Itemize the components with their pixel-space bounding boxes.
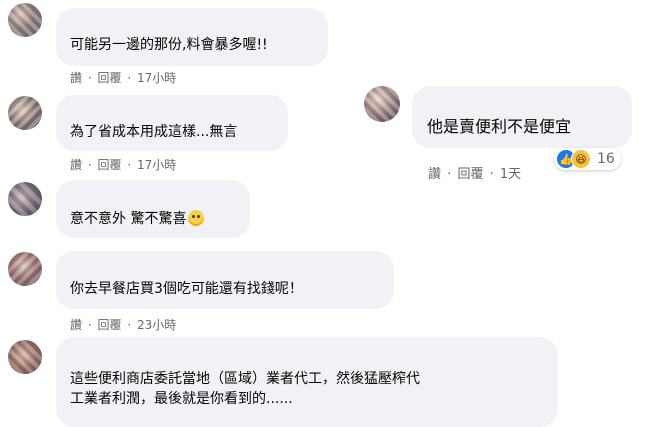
reply-link[interactable]: 回覆 (457, 167, 483, 182)
avatar[interactable] (8, 182, 42, 216)
haha-icon: 😆 (571, 149, 591, 169)
comment-text: 他是賣便利不是便宜 (427, 117, 572, 136)
comment-bubble: 為了省成本用成這樣...無言 (56, 95, 288, 151)
comment-bubble: 他是賣便利不是便宜 (412, 86, 632, 148)
separator: · (127, 158, 132, 172)
reactions-summary[interactable]: 👍 😆 16 (554, 148, 621, 170)
timestamp-link[interactable]: 17小時 (137, 71, 176, 85)
comment-bubble: 可能另一邊的那份,料會暴多喔!! (56, 8, 328, 66)
like-link[interactable]: 讚 (70, 318, 82, 332)
comment-actions: 讚 · 回覆 · 17小時 (70, 156, 176, 173)
avatar[interactable] (8, 96, 42, 130)
separator: · (489, 167, 494, 182)
comment-actions: 讚 · 回覆 · 1天 (428, 163, 521, 182)
avatar[interactable] (8, 252, 42, 286)
separator: · (447, 167, 452, 182)
comment-bubble: 你去早餐店買3個吃可能還有找錢呢！ (56, 251, 394, 309)
separator: · (127, 71, 132, 85)
avatar[interactable] (8, 340, 42, 374)
comment-text: 你去早餐店買3個吃可能還有找錢呢！ (70, 281, 303, 297)
grinning-emoji-icon (188, 210, 205, 226)
avatar[interactable] (364, 86, 400, 122)
timestamp-link[interactable]: 23小時 (137, 318, 176, 332)
reply-link[interactable]: 回覆 (98, 158, 122, 172)
comment-text-line-1: 這些便利商店委託當地（區域）業者代工，然後猛壓榨代 (70, 371, 420, 387)
reply-link[interactable]: 回覆 (98, 71, 122, 85)
timestamp-link[interactable]: 17小時 (137, 158, 176, 172)
comment-text: 可能另一邊的那份,料會暴多喔!! (70, 37, 268, 53)
comment-text-line-2: 工業者利潤，最後就是你看到的...... (70, 391, 293, 407)
reaction-count: 16 (597, 151, 615, 167)
separator: · (87, 158, 92, 172)
comment-text: 意不意外 驚不驚喜 (70, 211, 187, 227)
like-link[interactable]: 讚 (70, 158, 82, 172)
comment-actions: 讚 · 回覆 · 17小時 (70, 69, 176, 86)
reply-link[interactable]: 回覆 (98, 318, 122, 332)
comment-text: 為了省成本用成這樣...無言 (70, 124, 238, 140)
separator: · (87, 71, 92, 85)
like-link[interactable]: 讚 (70, 71, 82, 85)
like-link[interactable]: 讚 (428, 167, 441, 182)
avatar[interactable] (8, 3, 42, 37)
timestamp-link[interactable]: 1天 (500, 167, 521, 182)
comment-bubble: 這些便利商店委託當地（區域）業者代工，然後猛壓榨代 工業者利潤，最後就是你看到的… (56, 337, 558, 427)
comment-actions: 讚 · 回覆 · 23小時 (70, 316, 176, 333)
separator: · (87, 318, 92, 332)
comment-bubble: 意不意外 驚不驚喜 (56, 180, 250, 238)
separator: · (127, 318, 132, 332)
